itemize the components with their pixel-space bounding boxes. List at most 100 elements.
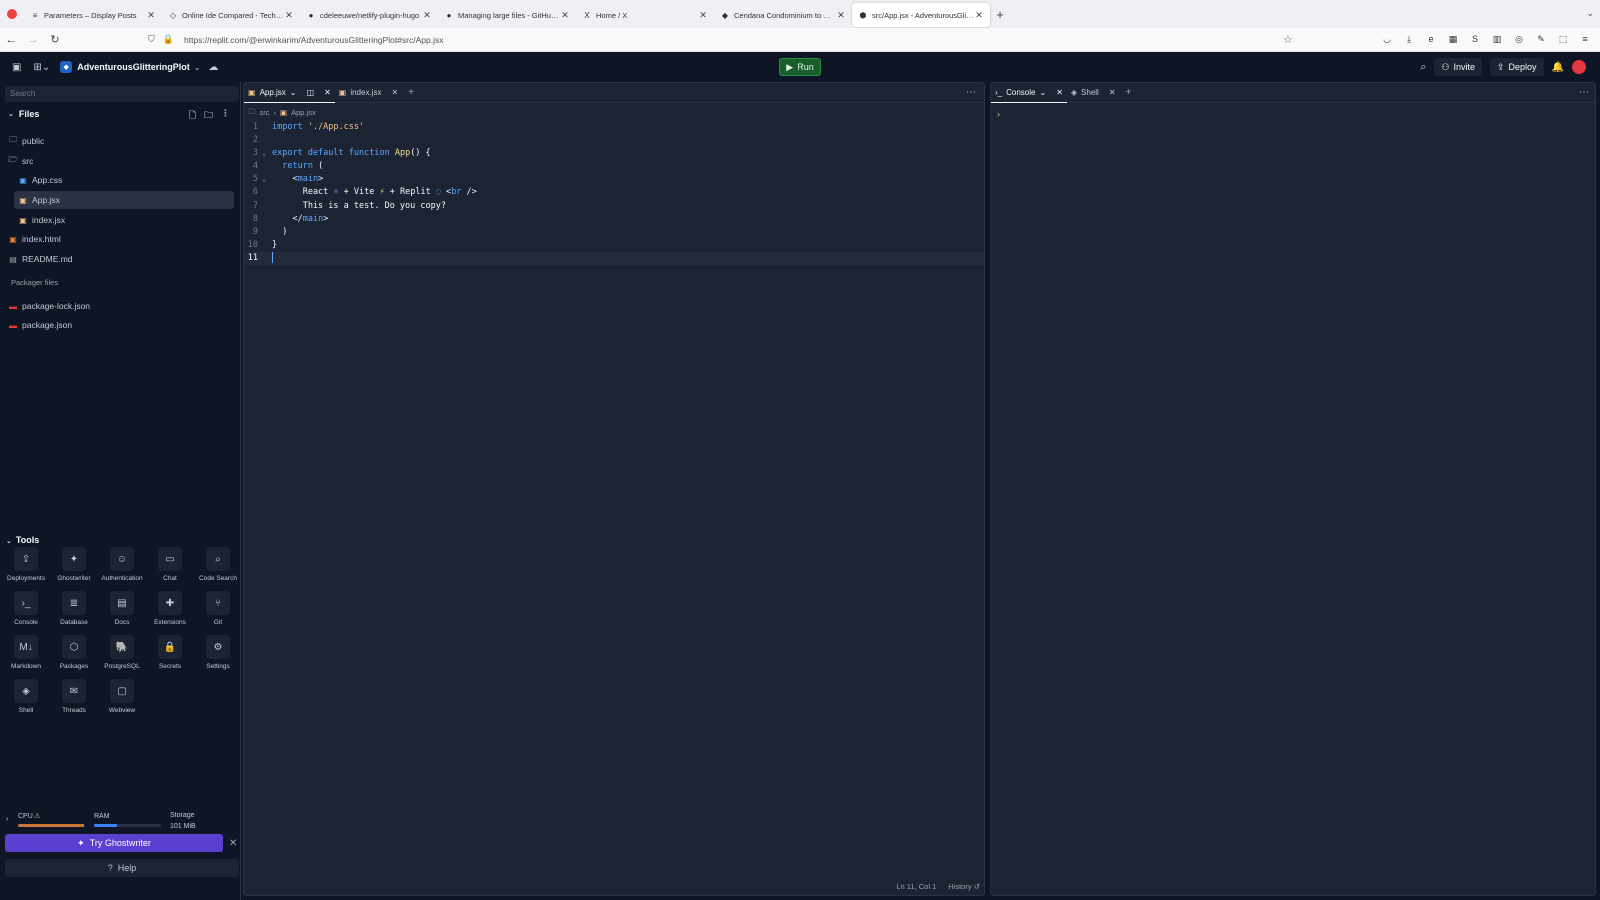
chevron-down-icon[interactable]: ⌄	[290, 88, 297, 97]
code-line[interactable]: 10}	[244, 239, 984, 252]
add-tab-icon[interactable]: +	[1126, 87, 1132, 98]
history-button[interactable]: History ↺	[948, 882, 980, 891]
browser-tab[interactable]: ◆ Cendana Condominium to Our L ✕	[714, 3, 852, 27]
run-button[interactable]: ▶ Run	[779, 58, 821, 76]
tool-docs[interactable]: ▤ Docs	[98, 591, 146, 631]
code-line[interactable]: 3 ⌄ export default function App() {	[244, 147, 984, 160]
file-tree-item[interactable]: ▣ index.jsx	[14, 211, 234, 229]
more-icon[interactable]: ⋯	[966, 87, 976, 98]
try-ghostwriter-button[interactable]: ✦ Try Ghostwriter	[5, 834, 223, 852]
close-icon[interactable]: ✕	[229, 838, 237, 849]
new-folder-icon[interactable]: 🗀	[204, 108, 213, 124]
menu-icon[interactable]: ≡	[1578, 32, 1592, 46]
resource-usage[interactable]: › CPU ⚠ RAM Storage 101 MiB	[0, 811, 240, 833]
globe-icon[interactable]: ◎	[1512, 32, 1526, 46]
cursor-position[interactable]: Ln 11, Col 1	[896, 882, 936, 891]
tool-database[interactable]: ≣ Database	[50, 591, 98, 631]
invite-button[interactable]: ⚇ Invite	[1434, 58, 1482, 76]
tool-console[interactable]: ›_ Console	[2, 591, 50, 631]
packager-file-item[interactable]: ▬ package-lock.json	[8, 297, 236, 315]
file-tree-item[interactable]: ▣ App.css	[14, 171, 234, 189]
tool-postgresql[interactable]: 🐘 PostgreSQL	[98, 635, 146, 675]
tool-packages[interactable]: ⬡ Packages	[50, 635, 98, 675]
packager-file-item[interactable]: ▬ package.json	[8, 316, 236, 334]
file-tree-item[interactable]: ▣ index.html	[4, 230, 234, 248]
new-file-icon[interactable]: 🗋	[189, 108, 196, 124]
tool-webview[interactable]: ▢ Webview	[98, 679, 146, 719]
code-area[interactable]: 1 import './App.css' 2 3 ⌄ export default fun…	[244, 121, 984, 266]
extension-grid-icon[interactable]: ▦	[1446, 32, 1460, 46]
more-icon[interactable]: ⋯	[1579, 87, 1589, 98]
download-icon[interactable]: ⤓	[1402, 32, 1416, 46]
close-icon[interactable]: ✕	[836, 10, 846, 21]
split-pane-icon[interactable]: ◫	[307, 88, 315, 97]
close-icon[interactable]: ✕	[324, 88, 331, 97]
help-button[interactable]: ? Help	[5, 859, 239, 877]
workspace-menu-icon[interactable]: ⊞⌄	[33, 62, 50, 73]
chevron-down-icon[interactable]: ⌄	[194, 63, 201, 72]
console-prompt[interactable]: ›	[997, 109, 1000, 119]
bell-icon[interactable]: 🔔	[1552, 62, 1564, 73]
files-header[interactable]: ⌄ Files 🗋 🗀 ⋮	[0, 106, 240, 122]
forward-icon[interactable]: →	[22, 34, 44, 46]
fold-chevron-icon[interactable]: ⌄	[262, 147, 266, 160]
reload-icon[interactable]: ↻	[44, 33, 66, 46]
code-line[interactable]: 6 React ⚛ + Vite ⚡ + Replit ◌ <br />	[244, 186, 984, 199]
extension-s-icon[interactable]: S	[1468, 32, 1482, 46]
code-line[interactable]: 9 )	[244, 226, 984, 239]
url-field[interactable]: https://replit.com/@erwinkarim/Adventuro…	[184, 35, 443, 45]
back-icon[interactable]: ←	[0, 34, 22, 46]
file-tree-item[interactable]: ▤ README.md	[4, 250, 234, 268]
fold-chevron-icon[interactable]: ⌄	[262, 173, 266, 186]
tool-ghostwriter[interactable]: ✦ Ghostwriter	[50, 547, 98, 587]
code-line[interactable]: 1 import './App.css'	[244, 121, 984, 134]
code-line[interactable]: 11	[244, 251, 984, 266]
search-input[interactable]: Search	[5, 86, 239, 102]
file-tree-item[interactable]: 🗁 src	[4, 152, 234, 170]
tool-threads[interactable]: ✉ Threads	[50, 679, 98, 719]
shield-icon[interactable]: ⛉	[148, 34, 155, 45]
tool-code-search[interactable]: ⌕ Code Search	[194, 547, 242, 587]
browser-tab[interactable]: ◇ Online Ide Compared - Tech Jo ✕	[162, 3, 300, 27]
tool-extensions[interactable]: ✚ Extensions	[146, 591, 194, 631]
close-icon[interactable]: ✕	[1056, 88, 1063, 97]
tools-header[interactable]: ⌄ Tools	[6, 535, 39, 545]
tab-list-chevron-icon[interactable]: ⌄	[1586, 8, 1594, 19]
close-icon[interactable]: ✕	[284, 10, 294, 21]
repl-name[interactable]: AdventurousGlitteringPlot	[77, 62, 190, 72]
browser-tab[interactable]: ● Managing large files - GitHub D ✕	[438, 3, 576, 27]
close-icon[interactable]: ✕	[146, 10, 156, 21]
file-tree-item[interactable]: 🗀 public	[4, 132, 234, 150]
new-tab-button[interactable]: +	[990, 7, 1010, 22]
avatar[interactable]	[1572, 60, 1586, 74]
code-line[interactable]: 8 </main>	[244, 213, 984, 226]
tool-markdown[interactable]: M↓ Markdown	[2, 635, 50, 675]
tool-shell[interactable]: ◈ Shell	[2, 679, 50, 719]
code-line[interactable]: 4 return (	[244, 160, 984, 173]
code-line[interactable]: 2	[244, 134, 984, 147]
close-icon[interactable]: ✕	[422, 10, 432, 21]
console-tab[interactable]: ◈ Shell ✕	[1067, 83, 1120, 103]
extension-bars-icon[interactable]: ▥	[1490, 32, 1504, 46]
extension-e-icon[interactable]: e	[1424, 32, 1438, 46]
chevron-down-icon[interactable]: ⌄	[1039, 88, 1046, 97]
close-icon[interactable]: ✕	[560, 10, 570, 21]
close-icon[interactable]: ✕	[974, 10, 984, 21]
editor-tab[interactable]: ▣ index.jsx ✕	[335, 83, 402, 103]
tool-deployments[interactable]: ⇪ Deployments	[2, 547, 50, 587]
firefox-menu-icon[interactable]	[0, 0, 24, 28]
chevron-right-icon[interactable]: ›	[6, 816, 8, 823]
bookmark-star-icon[interactable]: ☆	[1283, 33, 1293, 46]
browser-tab[interactable]: X Home / X ✕	[576, 3, 714, 27]
breadcrumb-item[interactable]: src	[260, 108, 270, 117]
browser-tab[interactable]: ≡ Parameters – Display Posts ✕	[24, 3, 162, 27]
console-tab[interactable]: ›_ Console ⌄ ✕	[991, 83, 1067, 103]
pocket-icon[interactable]: ◡	[1380, 32, 1394, 46]
tool-authentication[interactable]: ☺ Authentication	[98, 547, 146, 587]
sidebar-toggle-icon[interactable]: ▣	[12, 62, 21, 73]
tool-secrets[interactable]: 🔒 Secrets	[146, 635, 194, 675]
extensions-puzzle-icon[interactable]: ⬚	[1556, 32, 1570, 46]
more-icon[interactable]: ⋮	[221, 108, 230, 124]
close-icon[interactable]: ✕	[698, 10, 708, 21]
browser-tab[interactable]: ⬢ src/App.jsx - AdventurousGlitte ✕	[852, 3, 990, 27]
